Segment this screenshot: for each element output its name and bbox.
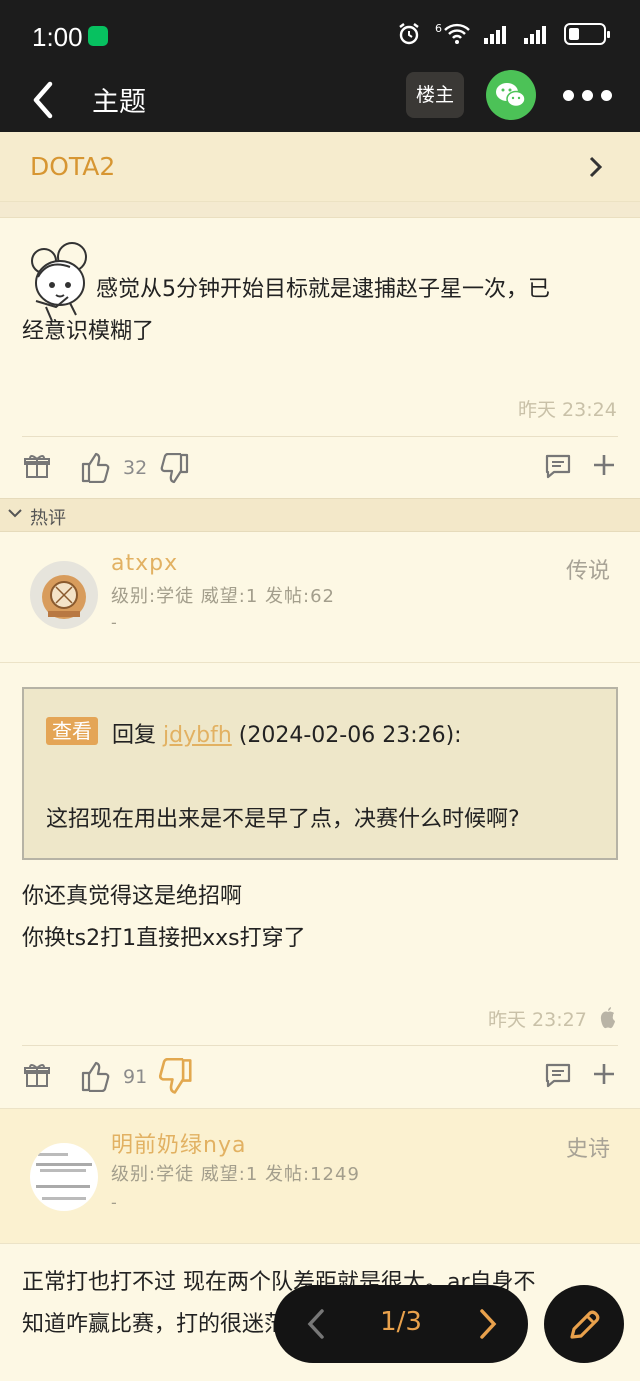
reply-time-stamp: 昨天 23:27 [488, 1009, 587, 1031]
main-post: 感觉从5分钟开始目标就是逮捕赵子星一次，已 经意识模糊了 昨天 23:24 32 [0, 219, 640, 498]
thumbs-up-icon[interactable] [80, 1060, 110, 1092]
page-title: 主题 [92, 87, 146, 118]
forum-link[interactable]: DOTA2 [0, 132, 640, 202]
quoted-username-link[interactable]: jdybfh [163, 723, 232, 748]
quoted-text: 这招现在用出来是不是早了点，决赛什么时候啊? [46, 807, 520, 832]
thumbs-down-icon[interactable] [160, 453, 190, 485]
reply-text-line-1: 你还真觉得这是绝招啊 [22, 884, 243, 909]
meme-text-avatar-icon [36, 1153, 92, 1200]
pencil-icon [570, 1310, 600, 1339]
hot-comments-header[interactable]: 热评 [0, 498, 640, 532]
avatar[interactable] [30, 561, 98, 629]
plus-icon[interactable] [592, 1062, 616, 1086]
wechat-notification-icon [88, 26, 108, 46]
compose-reply-button[interactable] [544, 1285, 624, 1363]
user-rank: 传说 [566, 559, 611, 584]
page-navigator: 1/3 [274, 1285, 528, 1363]
comment-icon[interactable] [544, 453, 572, 479]
view-quote-button[interactable]: 查看 [46, 717, 98, 745]
avatar[interactable] [30, 1143, 98, 1211]
status-time: 1:00 [32, 22, 83, 52]
plus-icon[interactable] [592, 453, 616, 477]
user-meta: 级别:学徒 威望:1 发帖:62 [111, 586, 335, 607]
back-arrow-icon[interactable] [26, 76, 66, 124]
gift-icon[interactable] [24, 1062, 50, 1088]
alarm-icon [399, 23, 419, 45]
status-icons: 6 [397, 21, 610, 46]
hot-comments-label: 热评 [30, 508, 66, 529]
reply-author-row[interactable]: atxpx 级别:学徒 威望:1 发帖:62 - 传说 [0, 533, 640, 663]
wifi-icon [444, 23, 470, 44]
user-rank: 史诗 [566, 1137, 611, 1162]
apple-icon [600, 1007, 615, 1029]
quote-block: 查看 回复 jdybfh (2024-02-06 23:26): 这招现在用出来… [22, 687, 618, 860]
reply-text-line-2: 知道咋赢比赛，打的很迷茫。 [22, 1312, 309, 1337]
chevron-down-icon [8, 509, 22, 518]
quote-reply-line: 回复 jdybfh (2024-02-06 23:26): [112, 717, 462, 749]
user-meta: 级别:学徒 威望:1 发帖:1249 [111, 1164, 360, 1185]
user-signature: - [111, 1193, 117, 1212]
reply-time: (2024-02-06 23:26): [238, 723, 462, 748]
section-gap [0, 202, 640, 218]
post-time: 昨天 23:24 [518, 399, 617, 421]
post-text-line-2: 经意识模糊了 [22, 319, 155, 344]
divider [22, 1045, 618, 1046]
thumbs-up-icon[interactable] [80, 451, 110, 483]
more-menu-icon[interactable] [563, 90, 612, 101]
like-count: 91 [123, 1066, 148, 1088]
forum-name: DOTA2 [30, 152, 116, 181]
like-count: 32 [123, 457, 148, 479]
reply-prefix: 回复 [112, 723, 157, 748]
signal-icon-2 [524, 24, 550, 44]
thumbs-down-icon[interactable] [158, 1058, 194, 1096]
divider [22, 436, 618, 437]
post-text-line-1: 感觉从5分钟开始目标就是逮捕赵子星一次，已 [96, 277, 550, 302]
wechat-share-button[interactable] [486, 70, 536, 120]
signal-icon [484, 24, 510, 44]
top-header: 主题 楼主 [0, 70, 640, 132]
chevron-right-icon [589, 156, 603, 178]
status-bar: 1:00 6 [0, 0, 640, 72]
diving-helmet-avatar-icon [42, 575, 86, 619]
reply-author-row[interactable]: 明前奶绿nya 级别:学徒 威望:1 发帖:1249 - 史诗 [0, 1108, 640, 1244]
wechat-icon [496, 83, 526, 108]
comment-icon[interactable] [544, 1062, 572, 1088]
username[interactable]: 明前奶绿nya [111, 1127, 246, 1159]
gift-icon[interactable] [24, 453, 50, 479]
network-label: 6 [435, 21, 442, 35]
op-only-button[interactable]: 楼主 [406, 72, 464, 118]
next-page-icon[interactable] [474, 1307, 502, 1341]
reply-text-line-2: 你换ts2打1直接把xxs打穿了 [22, 926, 306, 951]
battery-icon [564, 23, 610, 45]
user-signature: - [111, 613, 117, 632]
username[interactable]: atxpx [111, 551, 178, 576]
